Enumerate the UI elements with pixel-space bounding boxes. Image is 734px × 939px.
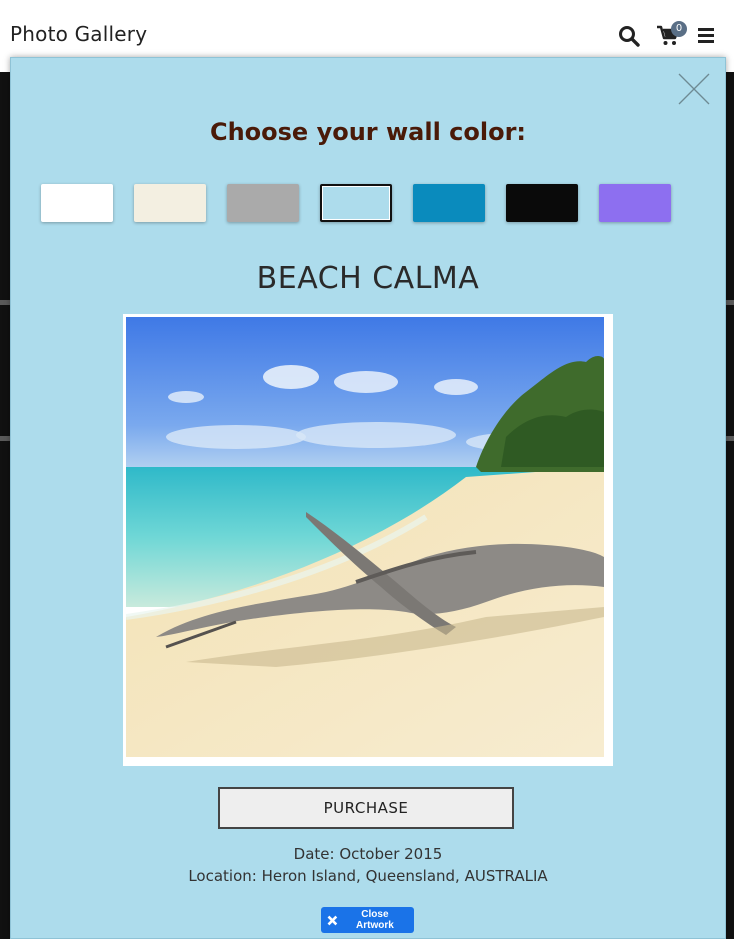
close-icon bbox=[327, 915, 338, 925]
wall-color-swatch-gray[interactable] bbox=[227, 184, 299, 222]
menu-icon[interactable] bbox=[695, 24, 719, 48]
purchase-button[interactable]: PURCHASE bbox=[218, 787, 514, 829]
wall-color-swatch-black[interactable] bbox=[506, 184, 578, 222]
artwork-title: BEACH CALMA bbox=[256, 261, 480, 296]
close-artwork-button[interactable]: Close Artwork bbox=[321, 907, 414, 933]
close-icon[interactable] bbox=[677, 72, 711, 106]
site-brand[interactable]: Photo Gallery bbox=[10, 22, 147, 46]
artwork-frame bbox=[123, 314, 613, 766]
background-divider bbox=[0, 436, 10, 441]
cart-count-badge: 0 bbox=[671, 21, 687, 37]
wall-color-swatch-teal-blue[interactable] bbox=[413, 184, 485, 222]
background-divider bbox=[0, 300, 10, 305]
search-icon[interactable] bbox=[617, 24, 641, 48]
wall-color-swatch-light-blue[interactable] bbox=[320, 184, 392, 222]
artwork-date: Date: October 2015 bbox=[293, 845, 443, 863]
artwork-image bbox=[126, 317, 604, 757]
wall-color-title: Choose your wall color: bbox=[209, 118, 527, 146]
wall-color-swatch-cream[interactable] bbox=[134, 184, 206, 222]
artwork-modal: Choose your wall color: BEACH CALMA PURC… bbox=[10, 57, 726, 939]
artwork-location: Location: Heron Island, Queensland, AUST… bbox=[188, 867, 548, 885]
close-artwork-label: Close Artwork bbox=[356, 909, 394, 931]
wall-color-swatch-purple[interactable] bbox=[599, 184, 671, 222]
wall-color-swatch-white[interactable] bbox=[41, 184, 113, 222]
